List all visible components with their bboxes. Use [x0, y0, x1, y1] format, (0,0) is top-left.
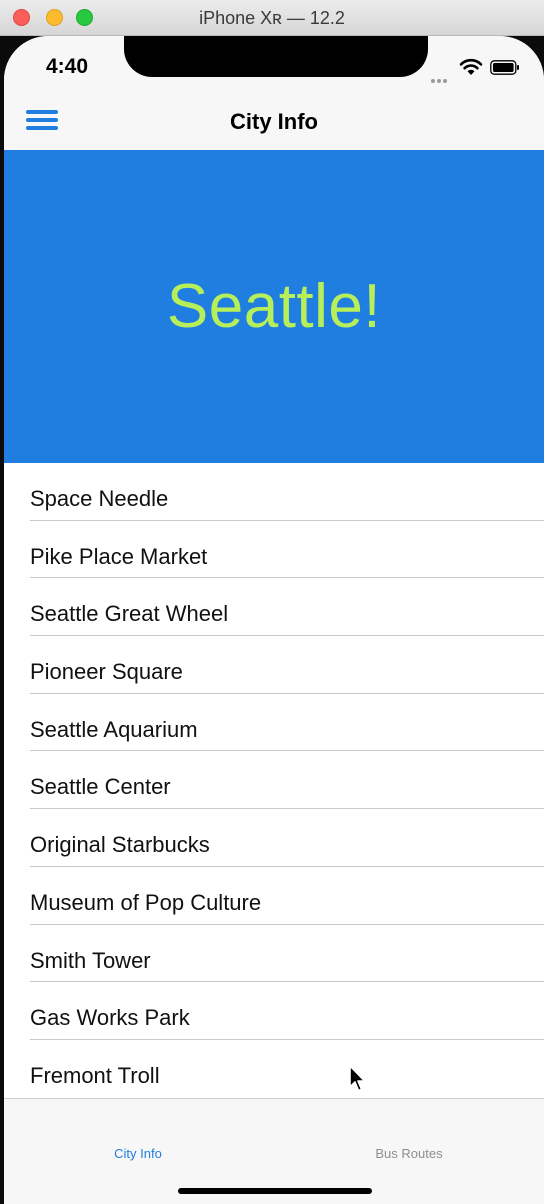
list-item-label: Seattle Aquarium: [30, 716, 198, 742]
battery-icon: [490, 60, 519, 75]
list-item[interactable]: Seattle Great Wheel: [4, 578, 544, 637]
signal-icon: [431, 70, 453, 101]
device-notch: [124, 36, 428, 77]
list-item-label: Museum of Pop Culture: [30, 889, 262, 915]
list-item-label: Space Needle: [30, 486, 169, 511]
list-item[interactable]: Seattle Center: [4, 751, 544, 810]
list-item[interactable]: Pike Place Market: [4, 521, 544, 579]
list-item-label: Smith Tower: [30, 947, 151, 973]
list-item[interactable]: Seattle Aquarium: [4, 694, 544, 752]
window-title: iPhone Xʀ — 12.2: [199, 8, 345, 28]
list-item[interactable]: Fremont Troll: [4, 1040, 544, 1098]
banner-text: Seattle!: [166, 272, 382, 341]
wifi-icon: [459, 58, 483, 75]
list-item-label: Pioneer Square: [30, 659, 183, 685]
list-item[interactable]: Smith Tower: [4, 925, 544, 983]
list-item[interactable]: Pioneer Square: [4, 636, 544, 694]
tab-bus-routes[interactable]: Bus Routes: [309, 1146, 509, 1161]
device-screen: 4:40 City Info Seattle! Space Needle Pik…: [4, 36, 544, 1204]
simulator-frame: iPhone Xʀ — 12.2 4:40 City Info Seattle!…: [0, 0, 544, 1204]
tab-city-info[interactable]: City Info: [38, 1146, 238, 1161]
list-item[interactable]: Museum of Pop Culture: [4, 867, 544, 925]
list-item-label: Fremont Troll: [30, 1062, 160, 1088]
list-item-label: Seattle Center: [30, 774, 171, 800]
page-title: City Info: [230, 109, 318, 134]
list-item-label: Pike Place Market: [30, 543, 208, 569]
mouse-cursor-icon: [349, 1065, 366, 1092]
home-indicator: [178, 1188, 372, 1194]
list-item-label: Seattle Great Wheel: [30, 601, 229, 627]
list-item[interactable]: Space Needle: [4, 463, 544, 521]
city-banner: Seattle!: [4, 150, 544, 463]
list-item-label: Gas Works Park: [30, 1005, 190, 1031]
nav-bar: City Info: [4, 96, 544, 151]
list-item[interactable]: Original Starbucks: [4, 809, 544, 867]
list-item[interactable]: Gas Works Park: [4, 982, 544, 1040]
status-time: 4:40: [46, 55, 89, 78]
simulator-titlebar: iPhone Xʀ — 12.2: [0, 0, 544, 36]
places-list[interactable]: Space Needle Pike Place Market Seattle G…: [4, 463, 544, 1098]
list-item-label: Original Starbucks: [30, 832, 210, 858]
